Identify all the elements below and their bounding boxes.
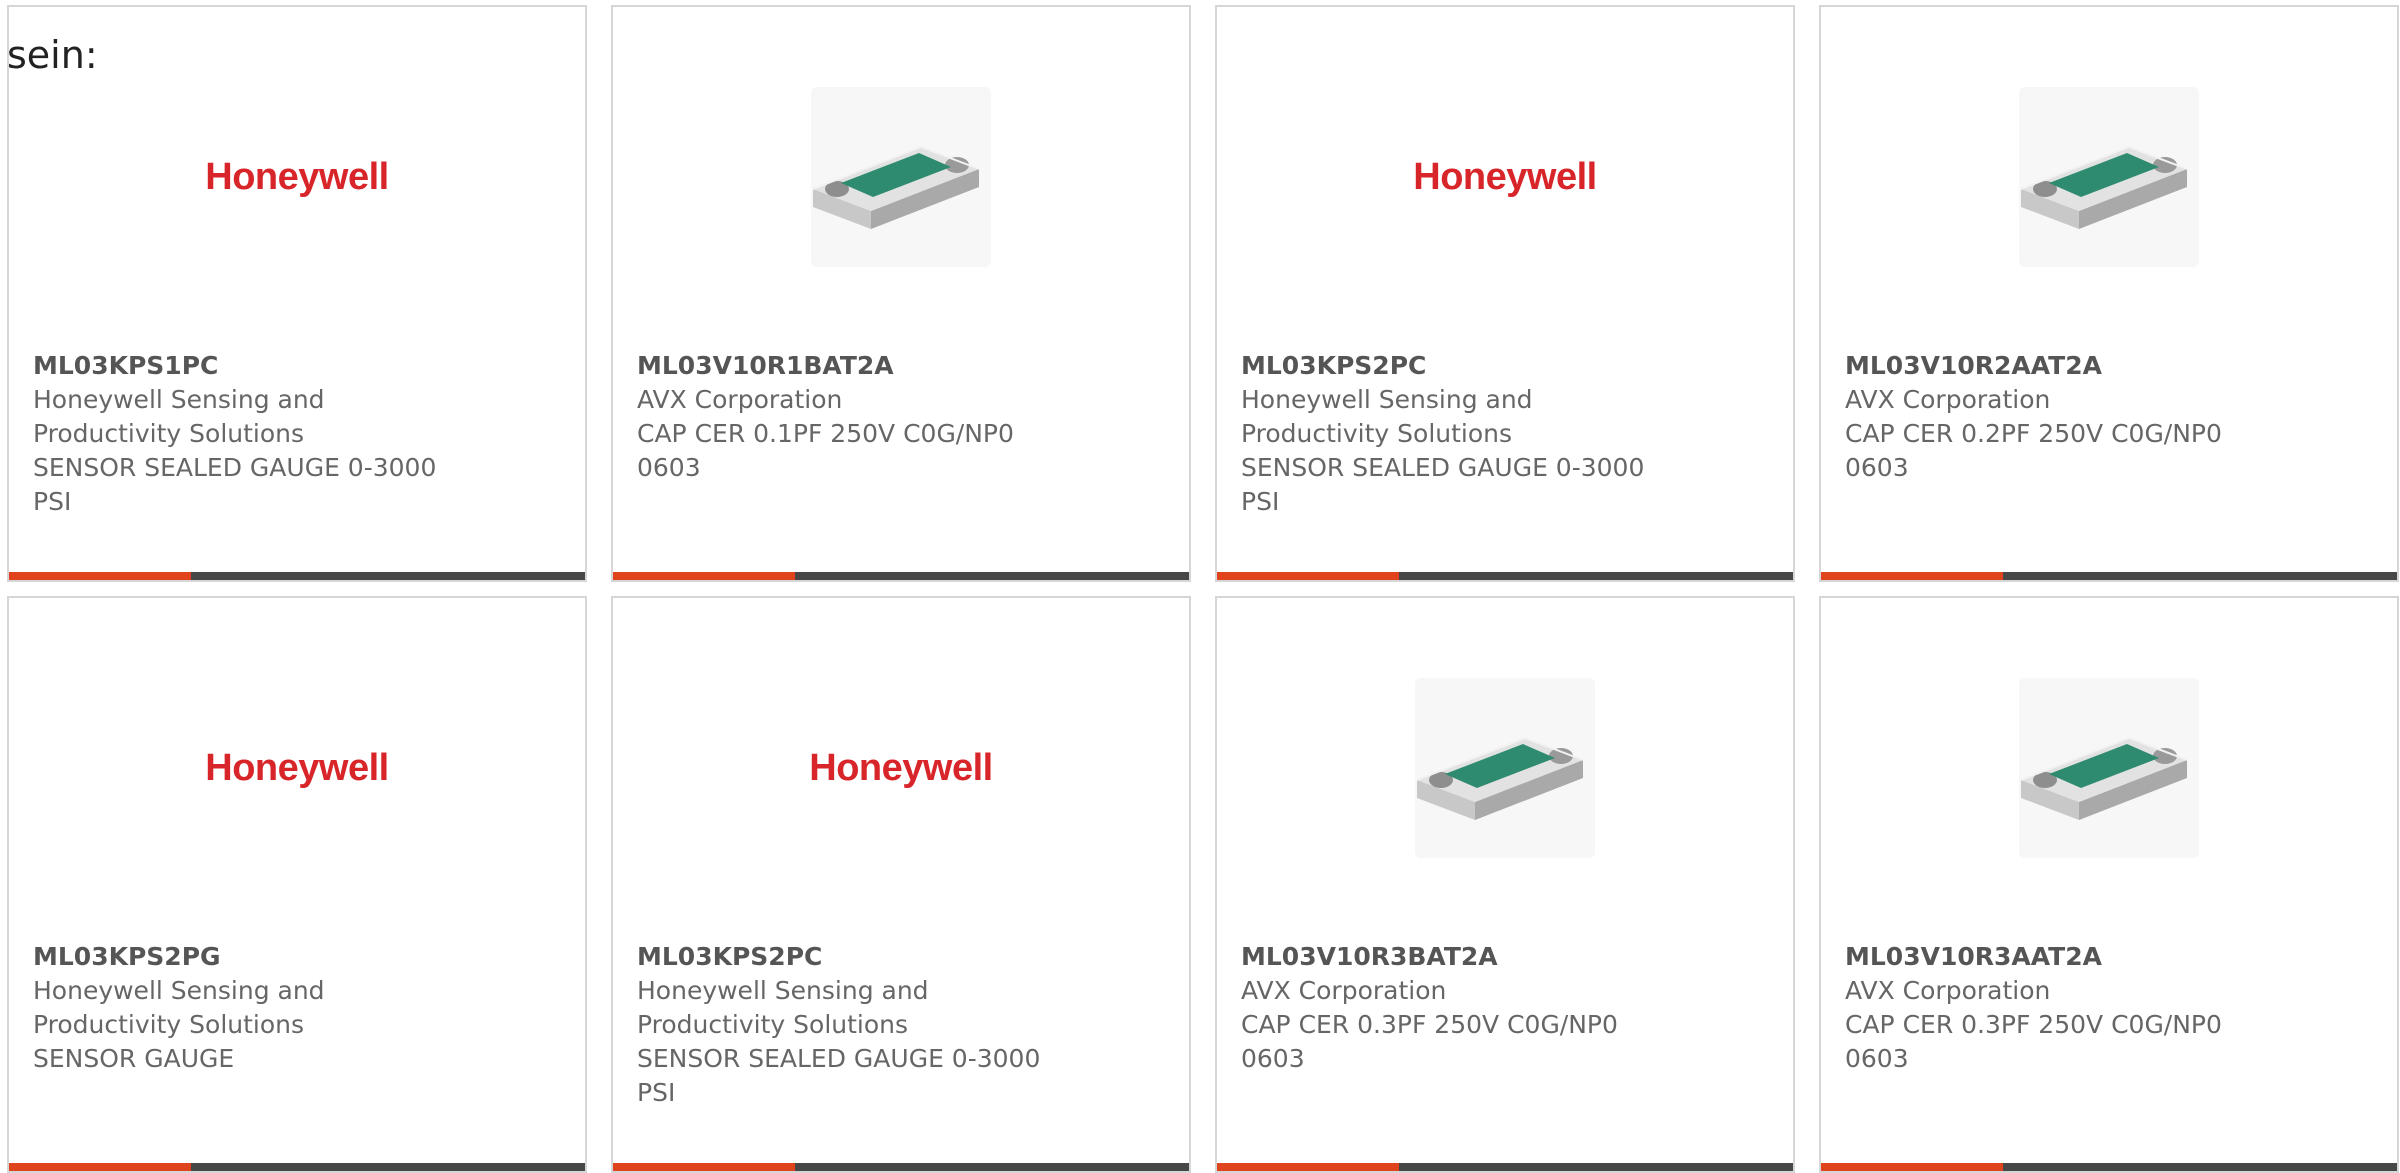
description-line-1: CAP CER 0.3PF 250V C0G/NP0 [1241,1010,1618,1039]
product-info: ML03V10R2AAT2A AVX Corporation CAP CER 0… [1845,349,2373,485]
smd-capacitor-chip-icon [2019,678,2199,858]
accent-bar-highlight [1821,572,2003,580]
card-accent-bar [613,1163,1189,1171]
description-line-1: CAP CER 0.2PF 250V C0G/NP0 [1845,419,2222,448]
product-image [1217,658,1793,878]
accent-bar-base [191,572,585,580]
description-line-2: PSI [637,1078,676,1107]
description-line-2: 0603 [1845,1044,1909,1073]
accent-bar-base [1399,572,1793,580]
part-number[interactable]: ML03KPS1PC [33,349,561,383]
card-accent-bar [9,572,585,580]
product-info: ML03KPS2PC Honeywell Sensing and Product… [1241,349,1769,519]
product-card-6[interactable]: Honeywell ML03KPS2PC Honeywell Sensing a… [611,596,1191,1173]
card-accent-bar [613,572,1189,580]
description-line-2: PSI [33,487,72,516]
product-grid-page: sein: Honeywell ML03KPS1PC Honeywell Sen… [0,0,2400,1173]
manufacturer-line-1: Honeywell Sensing and [33,976,325,1005]
product-info: ML03V10R3BAT2A AVX Corporation CAP CER 0… [1241,940,1769,1076]
accent-bar-highlight [613,1163,795,1171]
honeywell-logo: Honeywell [205,155,389,198]
manufacturer-line-1: AVX Corporation [1845,385,2051,414]
manufacturer-line-1: Honeywell Sensing and [1241,385,1533,414]
description-line-1: CAP CER 0.1PF 250V C0G/NP0 [637,419,1014,448]
manufacturer-line-2: Productivity Solutions [1241,419,1513,448]
product-info: ML03V10R1BAT2A AVX Corporation CAP CER 0… [637,349,1165,485]
smd-capacitor-chip-icon [811,87,991,267]
accent-bar-highlight [1217,572,1399,580]
card-accent-bar [1821,572,2397,580]
card-accent-bar [1217,572,1793,580]
description-line-1: SENSOR SEALED GAUGE 0-3000 [1241,453,1645,482]
product-grid: Honeywell ML03KPS1PC Honeywell Sensing a… [7,5,2399,1173]
product-info: ML03KPS2PC Honeywell Sensing and Product… [637,940,1165,1110]
description-line-2: 0603 [1845,453,1909,482]
accent-bar-base [2003,572,2397,580]
product-card-5[interactable]: Honeywell ML03KPS2PG Honeywell Sensing a… [7,596,587,1173]
description-line-1: SENSOR GAUGE [33,1044,235,1073]
accent-bar-highlight [9,572,191,580]
accent-bar-highlight [1217,1163,1399,1171]
product-image: Honeywell [9,658,585,878]
honeywell-logo: Honeywell [205,746,389,789]
manufacturer-line-1: AVX Corporation [637,385,843,414]
product-info: ML03V10R3AAT2A AVX Corporation CAP CER 0… [1845,940,2373,1076]
product-image: Honeywell [9,67,585,287]
intro-text: sein: [7,33,98,77]
part-number[interactable]: ML03KPS2PC [1241,349,1769,383]
description-line-2: PSI [1241,487,1280,516]
description-line-1: SENSOR SEALED GAUGE 0-3000 [33,453,437,482]
part-number[interactable]: ML03V10R3BAT2A [1241,940,1769,974]
manufacturer-line-1: Honeywell Sensing and [637,976,929,1005]
manufacturer-line-2: Productivity Solutions [33,419,305,448]
card-accent-bar [1217,1163,1793,1171]
description-line-2: 0603 [1241,1044,1305,1073]
accent-bar-base [795,572,1189,580]
product-card-4[interactable]: ML03V10R2AAT2A AVX Corporation CAP CER 0… [1819,5,2399,582]
smd-capacitor-chip-icon [1415,678,1595,858]
accent-bar-base [795,1163,1189,1171]
accent-bar-base [1399,1163,1793,1171]
manufacturer-line-2: Productivity Solutions [33,1010,305,1039]
manufacturer-line-1: Honeywell Sensing and [33,385,325,414]
accent-bar-highlight [613,572,795,580]
accent-bar-highlight [1821,1163,2003,1171]
part-number[interactable]: ML03V10R1BAT2A [637,349,1165,383]
honeywell-logo: Honeywell [809,746,993,789]
product-image: Honeywell [613,658,1189,878]
product-info: ML03KPS2PG Honeywell Sensing and Product… [33,940,561,1076]
manufacturer-line-2: Productivity Solutions [637,1010,909,1039]
honeywell-logo: Honeywell [1413,155,1597,198]
smd-capacitor-chip-icon [2019,87,2199,267]
card-accent-bar [1821,1163,2397,1171]
description-line-1: SENSOR SEALED GAUGE 0-3000 [637,1044,1041,1073]
card-accent-bar [9,1163,585,1171]
description-line-2: 0603 [637,453,701,482]
product-image: Honeywell [1217,67,1793,287]
product-card-2[interactable]: ML03V10R1BAT2A AVX Corporation CAP CER 0… [611,5,1191,582]
manufacturer-line-1: AVX Corporation [1241,976,1447,1005]
product-image [1821,658,2397,878]
manufacturer-line-1: AVX Corporation [1845,976,2051,1005]
product-card-8[interactable]: ML03V10R3AAT2A AVX Corporation CAP CER 0… [1819,596,2399,1173]
accent-bar-base [191,1163,585,1171]
product-image [1821,67,2397,287]
part-number[interactable]: ML03KPS2PG [33,940,561,974]
part-number[interactable]: ML03KPS2PC [637,940,1165,974]
product-card-3[interactable]: Honeywell ML03KPS2PC Honeywell Sensing a… [1215,5,1795,582]
product-card-7[interactable]: ML03V10R3BAT2A AVX Corporation CAP CER 0… [1215,596,1795,1173]
product-card-1[interactable]: Honeywell ML03KPS1PC Honeywell Sensing a… [7,5,587,582]
part-number[interactable]: ML03V10R3AAT2A [1845,940,2373,974]
product-image [613,67,1189,287]
description-line-1: CAP CER 0.3PF 250V C0G/NP0 [1845,1010,2222,1039]
accent-bar-highlight [9,1163,191,1171]
accent-bar-base [2003,1163,2397,1171]
part-number[interactable]: ML03V10R2AAT2A [1845,349,2373,383]
product-info: ML03KPS1PC Honeywell Sensing and Product… [33,349,561,519]
